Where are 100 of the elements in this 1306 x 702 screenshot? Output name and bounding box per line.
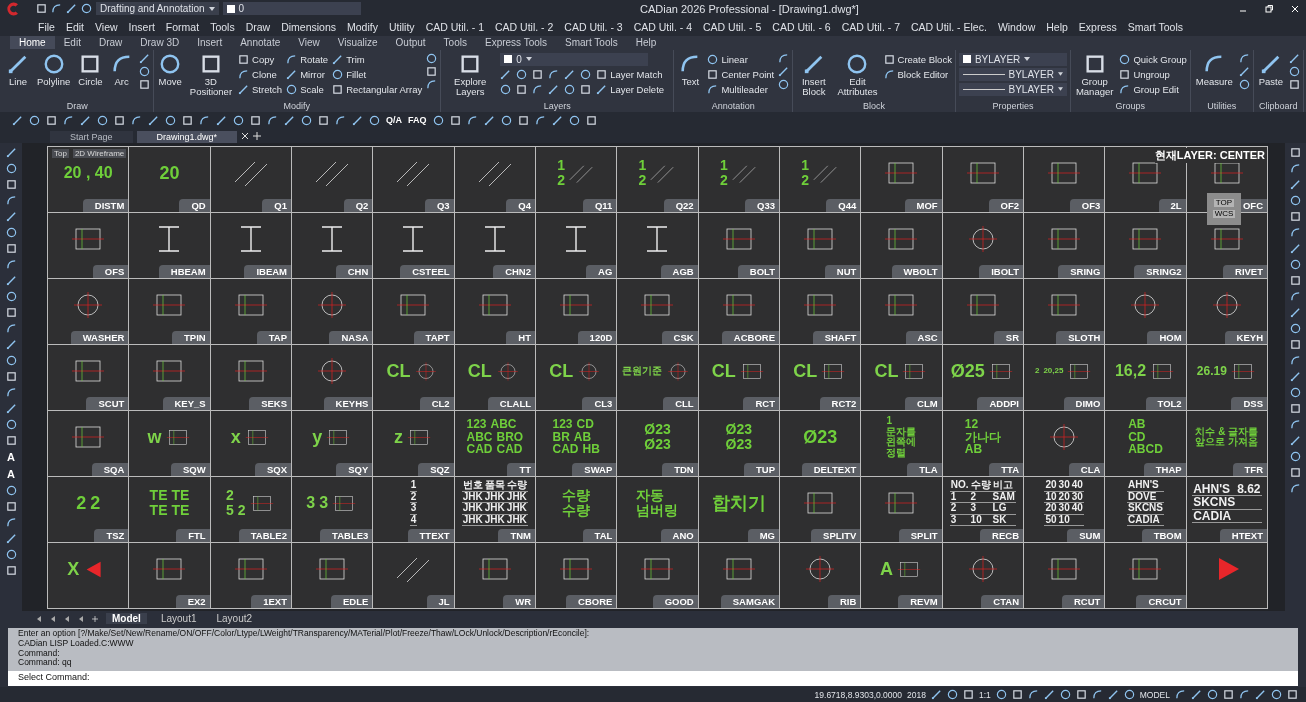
status-button[interactable]: 1:1 [978, 689, 991, 700]
square-icon[interactable] [5, 434, 17, 446]
menu-item[interactable]: Edit [65, 20, 84, 33]
circle-icon[interactable] [1059, 689, 1071, 700]
ribbon-tab[interactable]: Smart Tools [556, 36, 627, 50]
layer-dropdown[interactable]: 0 [222, 2, 361, 16]
tab-nav-icon[interactable] [78, 615, 84, 622]
ribbon-tab[interactable]: Edit [54, 36, 90, 50]
view-cube-label[interactable]: WCS [1212, 210, 1236, 219]
menu-item[interactable]: Insert [128, 20, 155, 33]
menu-item[interactable]: Modify [347, 20, 378, 33]
square-icon[interactable] [1290, 402, 1301, 414]
square-icon[interactable] [114, 114, 125, 126]
line-icon[interactable] [1043, 689, 1055, 700]
line-icon[interactable] [238, 83, 250, 95]
square-icon[interactable] [199, 52, 222, 75]
line-icon[interactable] [1107, 689, 1119, 700]
arc-icon[interactable] [5, 322, 17, 334]
document-tab[interactable]: Drawing1.dwg* [136, 130, 238, 143]
line-icon[interactable] [286, 68, 298, 80]
circle-icon[interactable] [432, 114, 444, 126]
square-icon[interactable] [1290, 146, 1301, 158]
menu-item[interactable]: Format [165, 20, 200, 33]
square-icon[interactable] [459, 52, 482, 75]
menu-item[interactable]: CAD Util. - 1 [425, 20, 484, 33]
line-icon[interactable] [778, 65, 790, 77]
circle-icon[interactable] [332, 68, 344, 80]
square-icon[interactable] [5, 306, 17, 318]
menu-item[interactable]: CAD Util. - 5 [703, 20, 762, 33]
line-icon[interactable] [483, 114, 495, 126]
ribbon-button[interactable]: Layer Delete [596, 82, 665, 96]
ribbon-button[interactable]: Line [5, 52, 31, 88]
square-icon[interactable] [707, 68, 719, 80]
panel-title[interactable]: Utilities [1193, 100, 1250, 112]
square-icon[interactable] [5, 178, 17, 190]
line-icon[interactable] [500, 68, 512, 80]
line-icon[interactable] [1290, 434, 1301, 446]
line-icon[interactable] [5, 146, 17, 158]
ribbon-button[interactable]: Paste [1256, 52, 1285, 88]
arc-icon[interactable] [335, 114, 346, 126]
square-icon[interactable] [962, 689, 974, 700]
arc-icon[interactable] [1290, 354, 1301, 366]
ribbon-button[interactable]: Group Manager [1073, 52, 1116, 98]
ribbon-tab[interactable]: Insert [188, 36, 232, 50]
square-icon[interactable] [426, 65, 438, 77]
line-icon[interactable] [548, 83, 560, 95]
circle-icon[interactable] [516, 68, 528, 80]
line-icon[interactable] [5, 402, 17, 414]
circle-icon[interactable] [5, 354, 17, 366]
arc-icon[interactable] [778, 52, 790, 64]
square-icon[interactable] [5, 564, 17, 576]
square-icon[interactable] [5, 500, 17, 512]
circle-icon[interactable] [778, 78, 790, 90]
square-icon[interactable] [138, 78, 150, 90]
square-icon[interactable] [250, 114, 261, 126]
ribbon-button[interactable]: Polyline [35, 52, 73, 88]
square-icon[interactable] [182, 114, 193, 126]
line-icon[interactable] [284, 114, 295, 126]
tab-nav-icon[interactable] [36, 615, 42, 622]
square-icon[interactable] [79, 52, 102, 75]
square-icon[interactable] [332, 83, 344, 95]
square-icon[interactable] [1290, 466, 1301, 478]
view-cube-label[interactable]: TOP [1213, 199, 1235, 208]
toolbar-text-button[interactable]: Q/A [386, 115, 402, 126]
line-icon[interactable] [5, 274, 17, 286]
line-icon[interactable] [1255, 689, 1266, 700]
circle-icon[interactable] [42, 52, 65, 75]
arc-icon[interactable] [1290, 418, 1301, 430]
line-icon[interactable] [66, 3, 77, 15]
square-icon[interactable] [883, 53, 895, 65]
ribbon-button[interactable]: Insert Block [796, 52, 832, 98]
line-icon[interactable] [5, 210, 17, 222]
ribbon-tab[interactable]: Tools [434, 36, 476, 50]
circle-icon[interactable] [995, 689, 1007, 700]
property-dropdown[interactable]: BYLAYER [958, 67, 1067, 81]
square-icon[interactable] [238, 53, 250, 65]
circle-icon[interactable] [81, 3, 92, 15]
square-icon[interactable] [517, 114, 529, 126]
arc-icon[interactable] [63, 114, 74, 126]
ribbon-button[interactable]: Scale [286, 82, 329, 96]
menu-item[interactable]: CAD Util. - Elec. [911, 20, 987, 33]
line-icon[interactable] [1290, 370, 1301, 382]
arc-icon[interactable] [199, 114, 210, 126]
square-icon[interactable] [36, 3, 47, 15]
layout-tab[interactable]: Layout1 [154, 613, 203, 625]
ribbon-button[interactable]: Rotate [286, 52, 329, 66]
menu-item[interactable]: Tools [210, 20, 235, 33]
property-dropdown[interactable]: BYLAYER [958, 82, 1067, 96]
arc-icon[interactable] [5, 258, 17, 270]
circle-icon[interactable] [568, 114, 580, 126]
arc-icon[interactable] [1239, 689, 1250, 700]
plus-icon[interactable] [253, 131, 262, 140]
line-icon[interactable] [1289, 52, 1300, 64]
square-icon[interactable] [46, 114, 57, 126]
circle-icon[interactable] [1290, 322, 1301, 334]
circle-icon[interactable] [1238, 78, 1250, 90]
arc-icon[interactable] [1290, 290, 1301, 302]
ribbon-button[interactable]: Ungroup [1119, 67, 1187, 81]
square-icon[interactable] [1119, 68, 1131, 80]
circle-icon[interactable] [5, 226, 17, 238]
